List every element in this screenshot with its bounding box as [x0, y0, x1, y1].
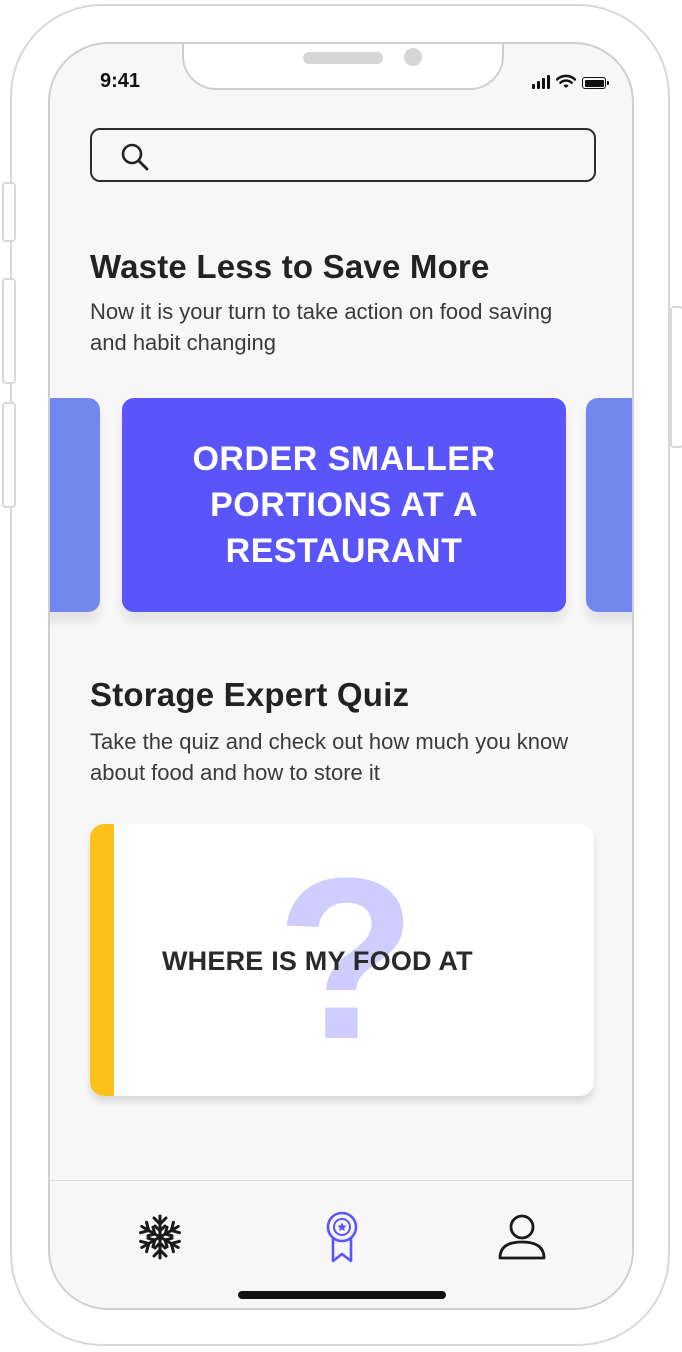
quiz-section-title: Storage Expert Quiz — [90, 676, 410, 713]
carousel-card-current[interactable]: ORDER SMALLER PORTIONS AT A RESTAURANT — [122, 398, 566, 612]
snowflake-icon — [137, 1214, 183, 1260]
search-icon — [121, 143, 149, 171]
battery-level — [584, 79, 604, 87]
tab-profile[interactable] — [492, 1207, 552, 1267]
home-indicator[interactable] — [238, 1291, 446, 1299]
tab-freezer[interactable] — [130, 1207, 190, 1267]
quiz-card[interactable]: ? WHERE IS MY FOOD AT — [90, 824, 594, 1096]
battery-icon — [582, 77, 609, 89]
status-icons — [532, 74, 609, 89]
award-ribbon-icon — [326, 1211, 358, 1263]
user-icon — [498, 1214, 546, 1260]
status-time: 9:41 — [100, 70, 141, 92]
wifi-icon — [556, 74, 576, 88]
waste-section-title: Waste Less to Save More — [90, 248, 490, 285]
quiz-card-accent — [90, 824, 114, 1096]
tab-rewards[interactable] — [312, 1207, 372, 1267]
side-button-power — [670, 306, 682, 448]
quiz-card-label: WHERE IS MY FOOD AT — [162, 946, 473, 976]
cellular-signal-icon — [532, 75, 550, 89]
carousel-card-label: ORDER SMALLER PORTIONS AT A RESTAURANT — [192, 440, 496, 570]
speaker-grille — [303, 52, 383, 64]
notch — [182, 44, 504, 90]
carousel-card-previous[interactable] — [50, 398, 100, 612]
search-input[interactable] — [90, 128, 596, 182]
carousel-card-next[interactable] — [586, 398, 632, 612]
waste-section-subtitle: Now it is your turn to take action on fo… — [90, 299, 553, 355]
side-button-mute — [2, 182, 16, 242]
side-button-volume-down — [2, 402, 16, 508]
front-camera — [404, 48, 422, 66]
side-button-volume-up — [2, 278, 16, 384]
phone-screen: 9:41 Waste Less to Save More Now it is y… — [48, 42, 634, 1310]
bottom-tab-bar — [50, 1180, 632, 1308]
quiz-section-subtitle: Take the quiz and check out how much you… — [90, 729, 569, 785]
